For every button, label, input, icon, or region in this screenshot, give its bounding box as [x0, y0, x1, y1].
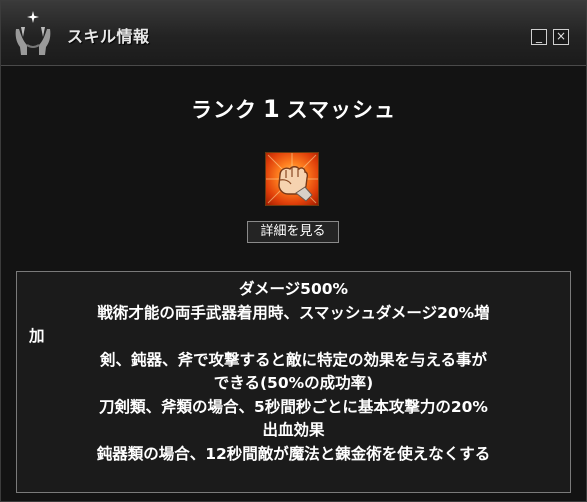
skill-name: スマッシュ: [286, 98, 397, 122]
description-line: 刀剣類、斧類の場合、5秒間秒ごとに基本攻撃力の20%: [99, 397, 488, 416]
description-line: 加: [29, 327, 45, 345]
view-details-button[interactable]: 詳細を見る: [247, 221, 339, 243]
description-line: 鈍器類の場合、12秒間敵が魔法と錬金術を使えなくする: [96, 444, 491, 463]
close-button[interactable]: ×: [553, 29, 569, 45]
rank-number: 1: [262, 95, 281, 123]
skill-heading: ランク 1 スマッシュ: [1, 94, 586, 124]
minimize-button[interactable]: _: [531, 29, 547, 45]
fist-icon[interactable]: [265, 152, 319, 206]
description-line: できる(50%の成功率): [213, 374, 374, 392]
skill-info-content: ランク 1 スマッシュ 詳細を見る ダメージ500% 戦術才能の両手武器着用時、…: [1, 66, 586, 501]
skill-info-window: スキル情報 _ × ランク 1 スマッシュ 詳細を見る ダメージ500% 戦術才…: [0, 0, 587, 502]
title-bar[interactable]: スキル情報 _ ×: [1, 1, 586, 66]
window-title: スキル情報: [67, 27, 150, 46]
fist-icon-graphic: [266, 153, 318, 204]
description-line: 出血効果: [262, 421, 325, 439]
description-line: 剣、鈍器、斧で攻撃すると敵に特定の効果を与える事が: [99, 350, 488, 369]
description-line: ダメージ500%: [238, 280, 349, 298]
rank-label: ランク: [190, 98, 257, 122]
hands-sparkle-icon: [15, 11, 51, 55]
description-line: 戦術才能の両手武器着用時、スマッシュダメージ20%増: [97, 303, 490, 322]
skill-description-box: ダメージ500% 戦術才能の両手武器着用時、スマッシュダメージ20%増 加 剣、…: [16, 271, 571, 493]
